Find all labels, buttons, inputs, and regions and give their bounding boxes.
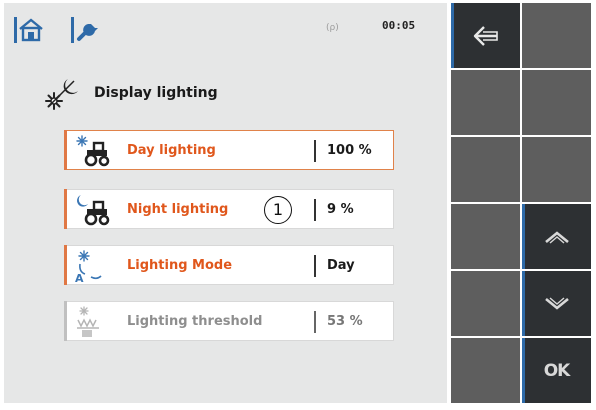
row-accent-bar <box>64 130 67 170</box>
ok-label: OK <box>543 360 571 381</box>
row-accent-bar <box>64 301 67 341</box>
ok-glyph: OK <box>522 338 591 403</box>
day-night-icon <box>45 79 78 110</box>
scroll-up-button[interactable] <box>522 204 591 269</box>
row-label: Night lighting <box>127 202 229 217</box>
softkey-empty[interactable] <box>451 338 520 403</box>
callout-marker: 1 <box>264 196 292 224</box>
scroll-down-button[interactable] <box>522 271 591 336</box>
row-lighting-mode[interactable]: A Lighting Mode Day <box>64 245 394 285</box>
row-label: Day lighting <box>127 143 216 158</box>
down-glyph <box>522 271 591 336</box>
clock: 00:05 <box>382 19 416 32</box>
auto-mode-icon: A <box>75 250 107 282</box>
day-tractor-icon <box>76 135 110 167</box>
softkey-empty[interactable] <box>451 137 520 202</box>
row-day-lighting[interactable]: Day lighting 100 % <box>64 130 394 170</box>
softkey-empty[interactable] <box>522 3 591 68</box>
up-glyph <box>522 204 591 269</box>
chevron-up-icon <box>544 230 569 244</box>
page-title: Display lighting <box>94 85 218 101</box>
softkey-empty[interactable] <box>451 204 520 269</box>
softkey-empty[interactable] <box>451 70 520 135</box>
back-arrow-icon <box>473 25 498 46</box>
row-accent-bar <box>64 245 67 285</box>
softkey-panel: OK <box>451 3 592 403</box>
softkey-empty[interactable] <box>522 70 591 135</box>
tools-button[interactable] <box>71 15 105 45</box>
value-separator <box>314 140 316 162</box>
row-value: 100 % <box>327 143 372 158</box>
value-separator <box>314 199 316 221</box>
night-tractor-icon <box>77 195 110 226</box>
row-value: 53 % <box>327 314 363 329</box>
threshold-icon <box>77 306 99 337</box>
row-value: 9 % <box>327 202 354 217</box>
back-glyph <box>451 3 520 68</box>
row-night-lighting[interactable]: Night lighting 1 9 % <box>64 189 394 229</box>
row-accent-bar <box>64 189 67 229</box>
chevron-down-icon <box>544 296 569 310</box>
home-icon <box>19 18 43 42</box>
home-button-bar <box>14 17 17 43</box>
ok-button[interactable]: OK <box>522 338 591 403</box>
softkey-empty[interactable] <box>522 137 591 202</box>
svg-text:A: A <box>75 272 84 282</box>
tools-button-bar <box>71 17 74 43</box>
row-value: Day <box>327 258 355 273</box>
main-panel: (ρ) 00:05 Display lighting Day lighting … <box>4 3 447 403</box>
top-bar: (ρ) 00:05 <box>4 3 447 58</box>
row-label: Lighting Mode <box>127 258 233 273</box>
value-separator <box>314 255 316 277</box>
row-lighting-threshold: Lighting threshold 53 % <box>64 301 394 341</box>
signal-indicator: (ρ) <box>326 23 339 33</box>
row-label: Lighting threshold <box>127 314 263 329</box>
back-button[interactable] <box>451 3 520 68</box>
home-button[interactable] <box>14 15 48 45</box>
page-header: Display lighting <box>44 73 218 113</box>
wrench-icon <box>77 24 98 41</box>
value-separator <box>314 311 316 333</box>
softkey-empty[interactable] <box>451 271 520 336</box>
terminal-screen: (ρ) 00:05 Display lighting Day lighting … <box>0 0 596 410</box>
